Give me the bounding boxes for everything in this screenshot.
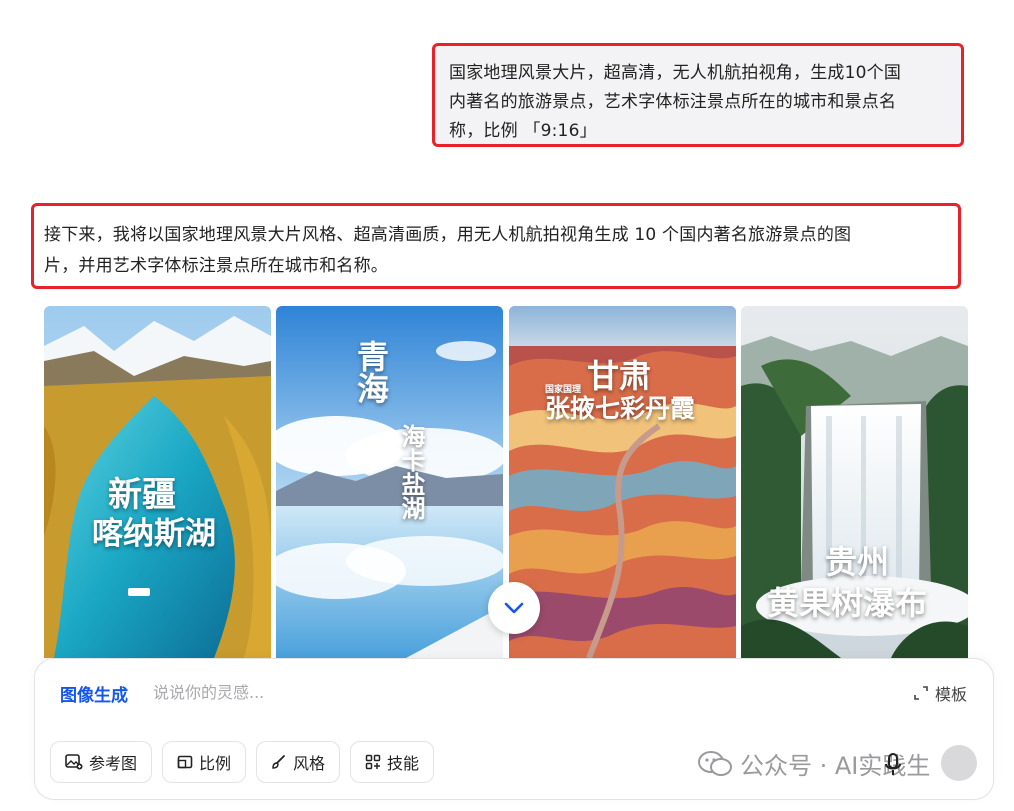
generated-image-huangguoshu[interactable]: 贵州 黄果树瀑布 [741, 306, 968, 658]
huangguoshu-caption-city: 贵州 [825, 543, 890, 581]
image-generation-mode-label[interactable]: 图像生成 [60, 681, 128, 706]
scroll-down-button[interactable] [488, 582, 540, 634]
brush-icon [272, 755, 285, 769]
skill-button[interactable]: 技能 [350, 741, 435, 783]
danxia-caption-name: 张掖七彩丹霞 [545, 394, 696, 423]
assistant-reply-line: 片，并用艺术字体标注景点所在城市和名称。 [44, 256, 388, 276]
user-message-line: 内著名的旅游景点，艺术字体标注景点所在的城市和景点名 [449, 92, 897, 112]
reference-image-button[interactable]: 参考图 [50, 741, 153, 783]
huangguoshu-caption-name: 黄果树瀑布 [767, 584, 928, 622]
chevron-down-icon [504, 602, 524, 614]
user-message-bubble: 国家地理风景大片，超高清，无人机航拍视角，生成10个国 内著名的旅游景点，艺术字… [432, 43, 964, 147]
image-add-icon [65, 754, 83, 770]
danxia-caption-city: 甘肃 [587, 357, 652, 395]
chaka-caption-name: 海卡盐湖 [397, 424, 426, 520]
generated-image-chaka[interactable]: 青海 海卡盐湖 [276, 306, 503, 658]
expand-icon [914, 686, 928, 700]
style-button[interactable]: 风格 [256, 741, 341, 783]
grid-icon [365, 754, 381, 770]
user-message-line: 国家地理风景大片，超高清，无人机航拍视角，生成10个国 [449, 63, 902, 83]
generated-image-kanas[interactable]: 新疆 喀纳斯湖 [44, 306, 271, 658]
assistant-reply-text: 接下来，我将以国家地理风景大片风格、超高清画质，用无人机航拍视角生成 10 个国… [44, 220, 948, 282]
user-message-line: 称，比例 「9:16」 [449, 121, 597, 141]
composer-toolbar: 参考图 比例 风格 技能 [50, 741, 435, 783]
prompt-input[interactable] [151, 677, 755, 707]
generated-image-danxia[interactable]: 国家国理 甘肃 张掖七彩丹霞 [509, 306, 736, 658]
aspect-ratio-icon [177, 755, 193, 769]
aspect-ratio-label: 比例 [199, 754, 232, 773]
microphone-button[interactable] [884, 752, 902, 782]
user-message-text: 国家地理风景大片，超高清，无人机航拍视角，生成10个国 内著名的旅游景点，艺术字… [449, 59, 949, 146]
template-label: 模板 [934, 685, 967, 704]
assistant-reply-line: 接下来，我将以国家地理风景大片风格、超高清画质，用无人机航拍视角生成 10 个国… [44, 225, 852, 245]
reference-image-label: 参考图 [89, 754, 138, 773]
microphone-icon [885, 753, 901, 775]
style-label: 风格 [293, 754, 326, 773]
kanas-caption-name: 喀纳斯湖 [92, 516, 216, 552]
assistant-reply: 接下来，我将以国家地理风景大片风格、超高清画质，用无人机航拍视角生成 10 个国… [31, 203, 961, 289]
send-button[interactable] [941, 745, 977, 781]
template-button[interactable]: 模板 [913, 681, 967, 705]
chaka-caption-city: 青海 [352, 340, 390, 404]
kanas-caption-city: 新疆 [108, 475, 176, 515]
skill-label: 技能 [387, 754, 420, 773]
wechat-icon [698, 750, 732, 776]
aspect-ratio-button[interactable]: 比例 [162, 741, 247, 783]
